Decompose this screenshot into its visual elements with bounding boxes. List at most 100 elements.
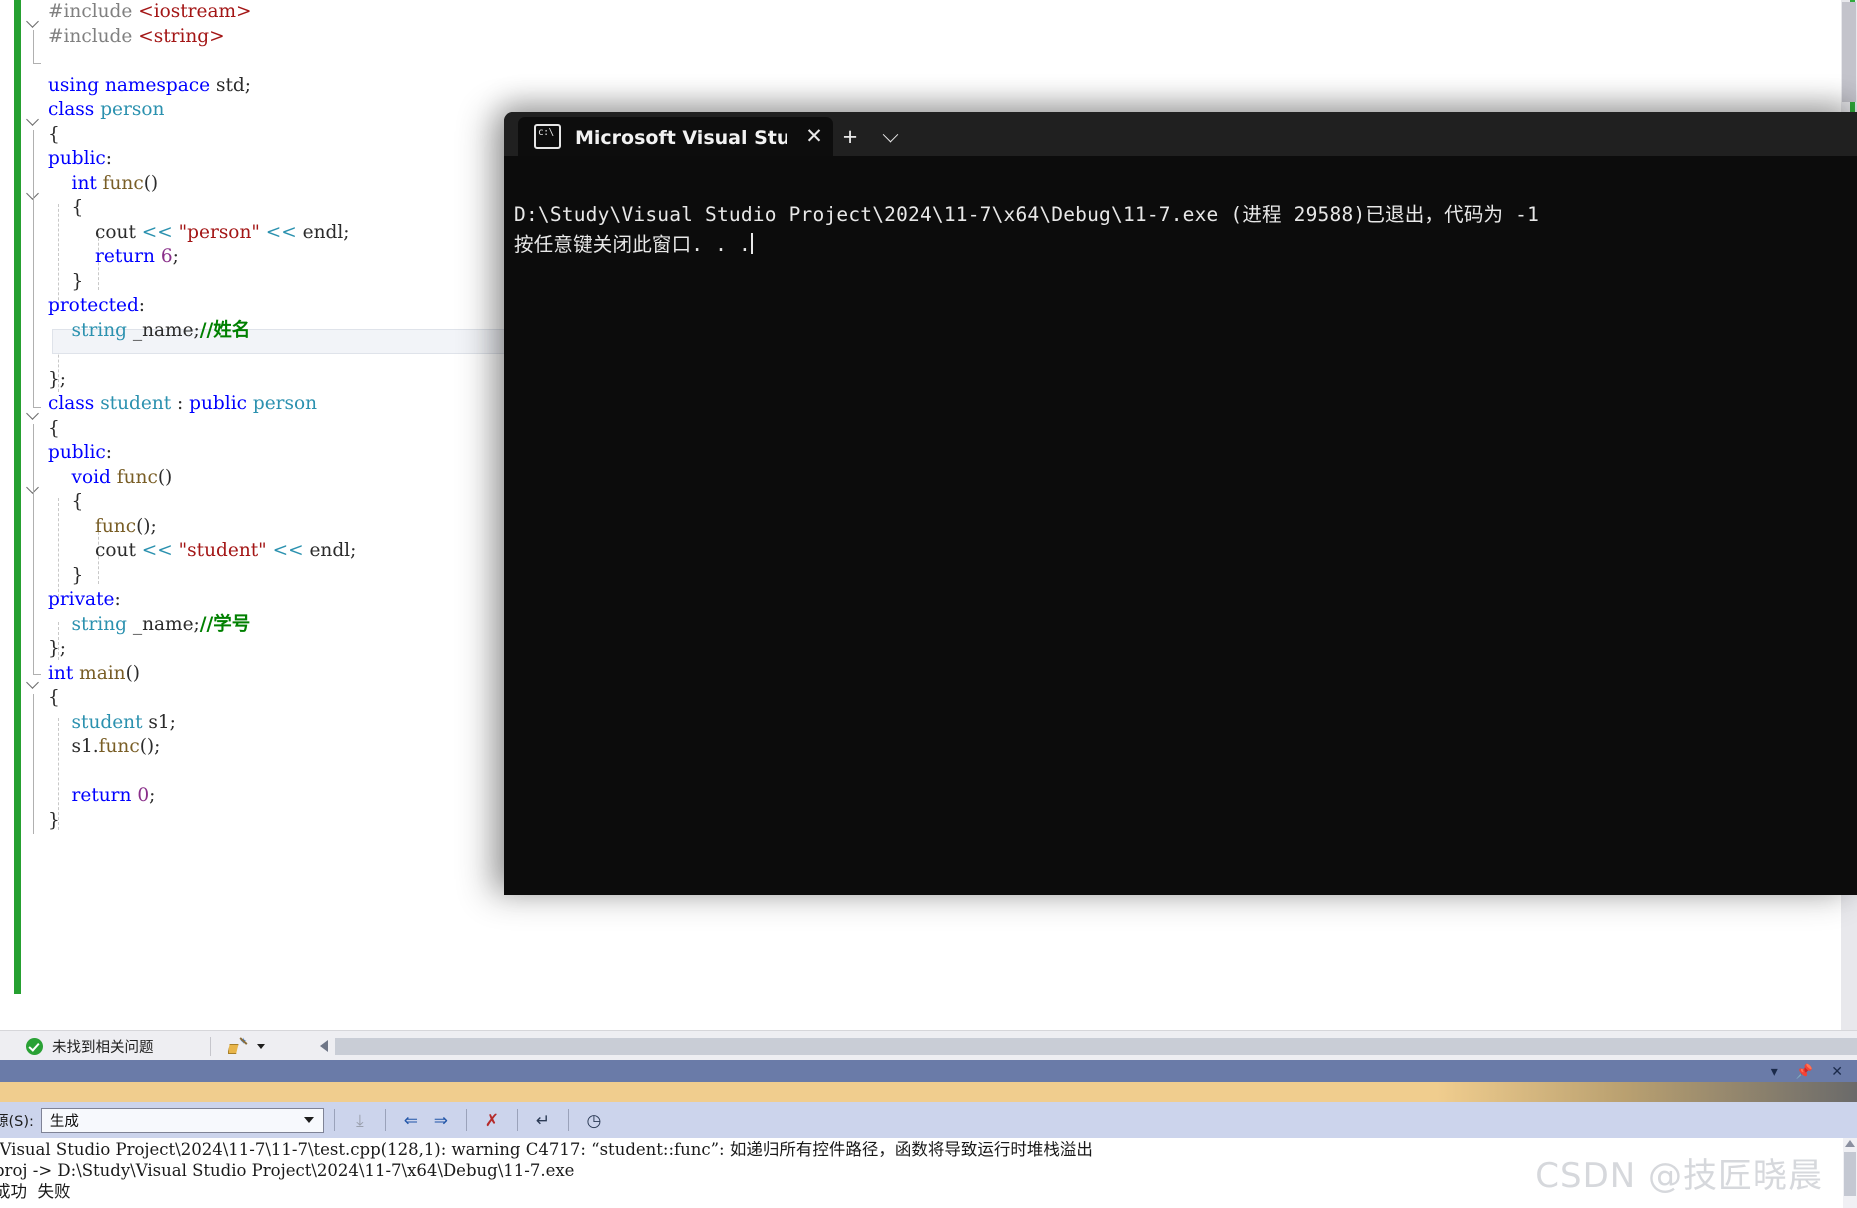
toolbar-divider [516,1109,518,1131]
toolbar-divider [209,1036,211,1056]
code-token: () [125,662,140,684]
close-icon[interactable]: ✕ [799,122,829,152]
code-token: }; [48,368,67,390]
scroll-arrow-up-icon[interactable] [1845,1140,1855,1147]
close-icon[interactable]: ✕ [1831,1064,1843,1078]
code-token: endl; [302,221,350,243]
horizontal-scrollbar[interactable] [320,1035,1857,1057]
clear-all-icon: ✗ [484,1110,500,1130]
code-token: string [48,319,133,341]
code-token: _name; [132,319,200,341]
code-token: person [252,393,318,414]
code-token: () [157,466,173,488]
code-line: cout << "student" << endl; [48,539,356,564]
panel-window-controls[interactable]: ▾ 📌 ✕ [1771,1060,1843,1082]
code-token: ; [172,246,179,267]
output-pane-toolbar[interactable]: 源(S): 生成 ⤓ ⇐ ⇒ ✗ ↵ ◷ [0,1102,1857,1138]
show-timestamps-button[interactable]: ◷ [579,1106,609,1134]
error-status-group: 未找到相关问题 [0,1036,154,1057]
console-title-bar[interactable]: Microsoft Visual Studio 调试控 ✕ + [504,112,1857,156]
code-token: #include [48,25,139,47]
console-output-area[interactable]: D:\Study\Visual Studio Project\2024\11-7… [504,156,1857,895]
chevron-down-icon[interactable] [876,125,904,149]
code-token: <string> [138,25,225,47]
code-token: { [48,687,60,708]
code-token: }; [48,638,67,659]
source-code-text[interactable]: #include <iostream> #include <string> usi… [48,0,356,833]
code-token: //学号 [199,613,251,635]
code-line: class student : public person [48,392,356,417]
code-line: #include <iostream> [48,0,356,25]
code-line: public: [48,147,356,172]
broom-bristles [227,1044,239,1054]
collapse-chevron-icon[interactable] [24,110,42,128]
output-vertical-scrollbar[interactable] [1843,1138,1857,1208]
horizontal-scrollbar-thumb[interactable] [335,1037,1857,1055]
code-token: public [48,148,106,169]
code-line: string _name;//学号 [48,613,356,638]
toolbar-divider [567,1109,569,1131]
scrollbar-thumb[interactable] [1842,2,1856,102]
collapse-chevron-icon[interactable] [24,12,42,30]
code-line: string _name;//姓名 [48,319,356,344]
find-previous-button[interactable]: ⇐ [396,1106,426,1134]
app-root: #include <iostream> #include <string> usi… [0,0,1857,1208]
new-tab-button[interactable]: + [835,123,865,151]
panel-splitter-bar[interactable]: ▾ 📌 ✕ [0,1060,1857,1082]
chevron-down-icon[interactable] [303,1117,314,1123]
console-tab[interactable]: Microsoft Visual Studio 调试控 ✕ [518,117,833,156]
code-token: person [100,99,165,120]
code-token: endl; [309,540,357,561]
toolbar-divider [384,1109,386,1131]
code-line: }; [48,637,356,662]
code-token: { [48,197,84,218]
outline-guide-line [33,424,34,658]
code-token: << [259,221,303,243]
code-token: //姓名 [199,319,251,341]
code-token: : [171,393,190,414]
clear-all-button[interactable]: ✗ [477,1106,507,1134]
code-token: s1; [148,711,176,733]
code-token: _name; [132,613,200,635]
pin-icon[interactable]: 📌 [1796,1064,1813,1078]
code-token: : [114,589,121,610]
code-token: } [48,809,60,831]
code-token: func [102,172,144,194]
code-line: int main() [48,662,356,687]
code-token: << [141,540,179,561]
code-token: 0 [137,785,150,806]
output-source-dropdown[interactable]: 生成 [40,1107,324,1133]
code-token: : [105,148,113,169]
change-tracking-bar [14,0,21,994]
code-line: #include <string> [48,25,356,50]
code-token: } [48,564,84,586]
caret-down-icon[interactable] [256,1043,265,1049]
code-line: return 6; [48,245,356,270]
output-scrollbar-thumb[interactable] [1844,1152,1856,1196]
output-tab-strip-shadow [1437,1082,1857,1102]
collapse-chevron-icon[interactable] [24,673,42,691]
code-token: (); [139,736,161,757]
csdn-watermark: CSDN @技匠晓晨 [1535,1156,1823,1196]
jump-to-source-button[interactable]: ⤓ [345,1106,375,1134]
code-token: public [189,393,253,414]
outlining-column[interactable] [22,0,46,1030]
code-line: } [48,564,356,589]
outline-guide-line [33,130,34,390]
code-token: func [48,515,137,537]
find-next-button[interactable]: ⇒ [426,1106,456,1134]
toggle-word-wrap-button[interactable]: ↵ [528,1106,558,1134]
console-window[interactable]: Microsoft Visual Studio 调试控 ✕ + D:\Study… [504,112,1857,895]
code-token: << [141,221,179,243]
broom-cleanup-icon[interactable]: ✦ [227,1036,249,1056]
code-token: : [138,295,146,316]
code-token: } [48,270,84,292]
scroll-arrow-left-icon[interactable] [320,1040,328,1052]
code-token: ; [149,785,156,806]
output-tab-strip[interactable] [0,1082,1857,1102]
minimize-icon[interactable]: ▾ [1771,1064,1778,1078]
code-token: student [48,711,149,733]
code-line: return 0; [48,784,356,809]
outline-guide-line [33,658,41,675]
